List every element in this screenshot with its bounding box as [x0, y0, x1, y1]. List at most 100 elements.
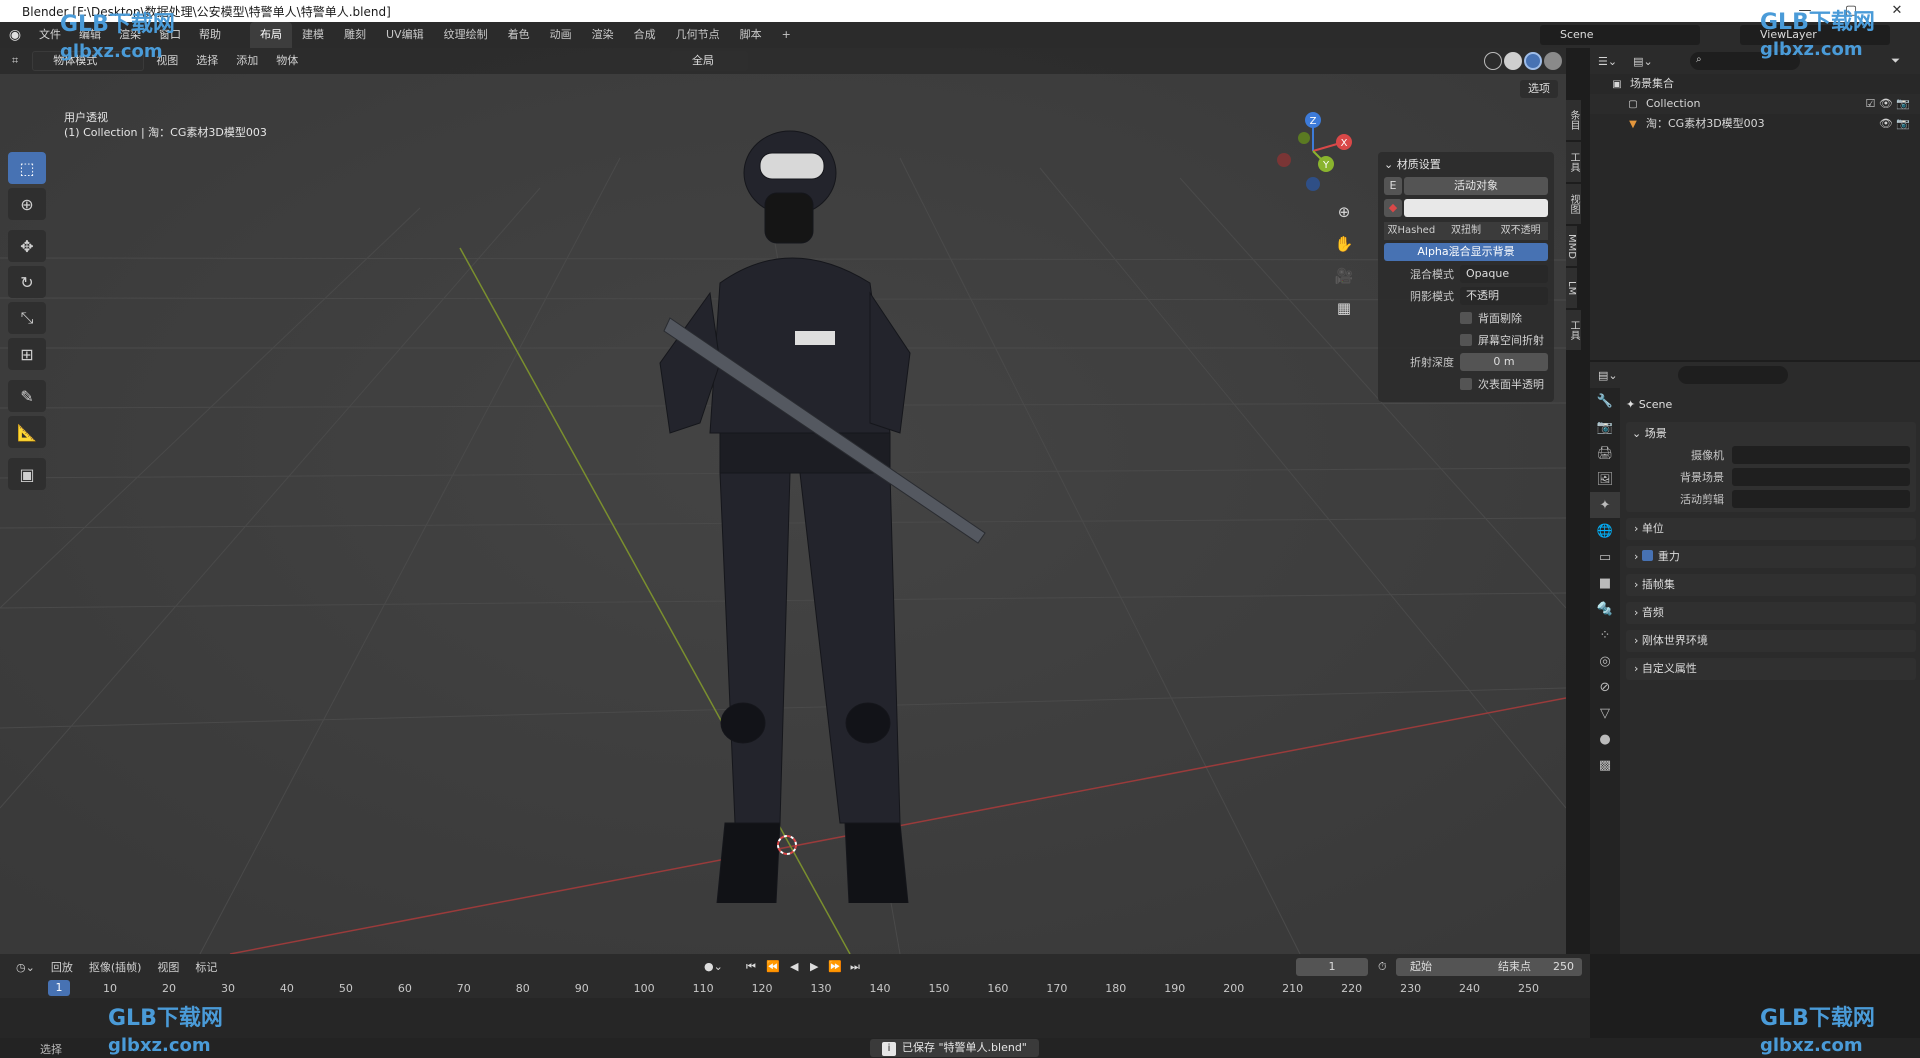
- tab-sculpting[interactable]: 雕刻: [334, 22, 376, 48]
- gravity-section[interactable]: › 重力: [1626, 546, 1916, 568]
- gizmo-neg-y[interactable]: [1298, 132, 1310, 144]
- close-button[interactable]: ✕: [1874, 0, 1920, 22]
- dual-clip-button[interactable]: 双扭制: [1438, 222, 1494, 240]
- data-tab-icon[interactable]: ▽: [1590, 700, 1620, 726]
- transform-orientation-select[interactable]: 全局: [670, 51, 748, 71]
- material-key-button[interactable]: E: [1384, 177, 1402, 195]
- options-button[interactable]: 选项: [1520, 80, 1558, 98]
- frame-end-field[interactable]: 结束点 250: [1488, 958, 1582, 976]
- jump-prev-key-button[interactable]: ⏪: [766, 958, 780, 976]
- add-cube-tool-icon[interactable]: ▣: [8, 458, 46, 490]
- render-tab-icon[interactable]: 📷: [1590, 414, 1620, 440]
- world-tab-icon[interactable]: 🌐: [1590, 518, 1620, 544]
- tab-scripting[interactable]: 脚本: [730, 22, 772, 48]
- wireframe-shading-icon[interactable]: [1484, 52, 1502, 70]
- custom-properties-section[interactable]: › 自定义属性: [1626, 658, 1916, 680]
- active-clip-input[interactable]: [1732, 490, 1910, 508]
- collection-tab-icon[interactable]: ▭: [1590, 544, 1620, 570]
- tab-rendering[interactable]: 渲染: [582, 22, 624, 48]
- scene-collection-row[interactable]: ▣ 场景集合: [1590, 74, 1920, 94]
- tab-uv-editing[interactable]: UV编辑: [376, 22, 434, 48]
- menu-timeline-view[interactable]: 视图: [149, 959, 187, 975]
- tab-item[interactable]: 条目: [1566, 100, 1581, 140]
- texture-tab-icon[interactable]: ▩: [1590, 752, 1620, 778]
- menu-object[interactable]: 物体: [270, 51, 304, 71]
- gizmo-neg-z[interactable]: [1306, 177, 1320, 191]
- transform-tool-icon[interactable]: ⊞: [8, 338, 46, 370]
- blender-logo-icon[interactable]: ◉: [0, 27, 30, 43]
- timeline-editor-icon[interactable]: ◷⌄: [8, 961, 43, 974]
- select-box-tool-icon[interactable]: ⬚: [8, 152, 46, 184]
- tab-modeling[interactable]: 建模: [292, 22, 334, 48]
- screen-space-refraction-checkbox[interactable]: 屏幕空间折射: [1460, 330, 1548, 350]
- scene-selector[interactable]: Scene: [1540, 25, 1700, 45]
- visibility-eye-icon[interactable]: 👁 📷: [1879, 114, 1910, 134]
- tab-compositing[interactable]: 合成: [624, 22, 666, 48]
- gizmo-neg-x[interactable]: [1277, 153, 1291, 167]
- timeline-ruler[interactable]: 1102030405060708090100110120130140150160…: [0, 980, 1590, 998]
- background-scene-input[interactable]: [1732, 468, 1910, 486]
- tab-tool-2[interactable]: 工具: [1566, 310, 1581, 350]
- play-reverse-button[interactable]: ◀: [790, 958, 798, 976]
- current-frame-indicator[interactable]: 1: [48, 980, 70, 996]
- scene-section-title[interactable]: ⌄ 场景: [1632, 424, 1910, 444]
- menu-keying[interactable]: 抠像(插帧): [81, 959, 150, 975]
- object-tab-icon[interactable]: ■: [1590, 570, 1620, 596]
- perspective-grid-icon[interactable]: ▦: [1330, 294, 1358, 322]
- filter-icon[interactable]: ⏷: [1891, 54, 1900, 68]
- material-tab-icon[interactable]: ●: [1590, 726, 1620, 752]
- auto-keying-button[interactable]: ●⌄: [704, 958, 723, 976]
- jump-next-key-button[interactable]: ⏩: [828, 958, 842, 976]
- material-panel-title[interactable]: ⌄ 材质设置: [1384, 156, 1548, 174]
- blend-mode-select[interactable]: Opaque: [1460, 265, 1548, 283]
- scene-tab-icon[interactable]: ✦: [1590, 492, 1620, 518]
- keying-sets-section[interactable]: › 插帧集: [1626, 574, 1916, 596]
- shadow-mode-select[interactable]: 不透明: [1460, 287, 1548, 305]
- timeline-track[interactable]: [0, 998, 1590, 1038]
- alpha-blend-show-backface-button[interactable]: Alpha混合显示背景: [1384, 243, 1548, 261]
- move-tool-icon[interactable]: ✥: [8, 230, 46, 262]
- subsurface-translucency-checkbox[interactable]: 次表面半透明: [1460, 374, 1548, 394]
- material-shading-icon[interactable]: [1524, 52, 1542, 70]
- material-name-field[interactable]: [1404, 199, 1548, 217]
- visibility-eye-icon[interactable]: ☑ 👁 📷: [1865, 94, 1910, 114]
- tab-mmd[interactable]: MMD: [1566, 226, 1577, 266]
- camera-view-icon[interactable]: 🎥: [1330, 262, 1358, 290]
- properties-editor-icon[interactable]: ▤⌄: [1598, 369, 1618, 382]
- dual-hashed-button[interactable]: 双Hashed: [1384, 222, 1439, 240]
- tab-view[interactable]: 视图: [1566, 184, 1581, 224]
- tool-tab-icon[interactable]: 🔧: [1590, 388, 1620, 414]
- particles-tab-icon[interactable]: ⁘: [1590, 622, 1620, 648]
- scale-tool-icon[interactable]: ⤡: [8, 302, 46, 334]
- play-button[interactable]: ▶: [810, 958, 818, 976]
- camera-input[interactable]: [1732, 446, 1910, 464]
- tab-animation[interactable]: 动画: [540, 22, 582, 48]
- units-section[interactable]: › 单位: [1626, 518, 1916, 540]
- menu-help[interactable]: 帮助: [190, 22, 230, 48]
- menu-marker[interactable]: 标记: [187, 959, 225, 975]
- refraction-depth-field[interactable]: 0 m: [1460, 353, 1548, 371]
- tab-shading[interactable]: 着色: [498, 22, 540, 48]
- navigation-gizmo[interactable]: Z X Y: [1270, 108, 1356, 194]
- properties-search-input[interactable]: [1677, 366, 1788, 384]
- outliner-editor-icon[interactable]: ☰⌄: [1598, 55, 1617, 68]
- backface-culling-checkbox[interactable]: 背面剔除: [1460, 308, 1548, 328]
- jump-end-button[interactable]: ⏭: [850, 958, 860, 976]
- outliner-row-collection[interactable]: ▢ Collection ☑ 👁 📷: [1590, 94, 1920, 114]
- tab-lm[interactable]: LM: [1566, 268, 1577, 308]
- tab-layout[interactable]: 布局: [250, 22, 292, 48]
- rendered-shading-icon[interactable]: [1544, 52, 1562, 70]
- output-tab-icon[interactable]: 🖨: [1590, 440, 1620, 466]
- rotate-tool-icon[interactable]: ↻: [8, 266, 46, 298]
- tab-texture-paint[interactable]: 纹理绘制: [434, 22, 498, 48]
- solid-shading-icon[interactable]: [1504, 52, 1522, 70]
- pan-hand-icon[interactable]: ✋: [1330, 230, 1358, 258]
- active-object-button[interactable]: 活动对象: [1404, 177, 1548, 195]
- tab-tool[interactable]: 工具: [1566, 142, 1581, 182]
- add-workspace-button[interactable]: +: [772, 22, 801, 48]
- character-model[interactable]: [600, 103, 1000, 903]
- zoom-icon[interactable]: ⊕: [1330, 198, 1358, 226]
- menu-select[interactable]: 选择: [190, 51, 224, 71]
- modifier-tab-icon[interactable]: 🔩: [1590, 596, 1620, 622]
- 3d-viewport[interactable]: ⌗ 物体模式 视图 选择 添加 物体 全局 选项 用户透视 (1) Collec…: [0, 48, 1566, 954]
